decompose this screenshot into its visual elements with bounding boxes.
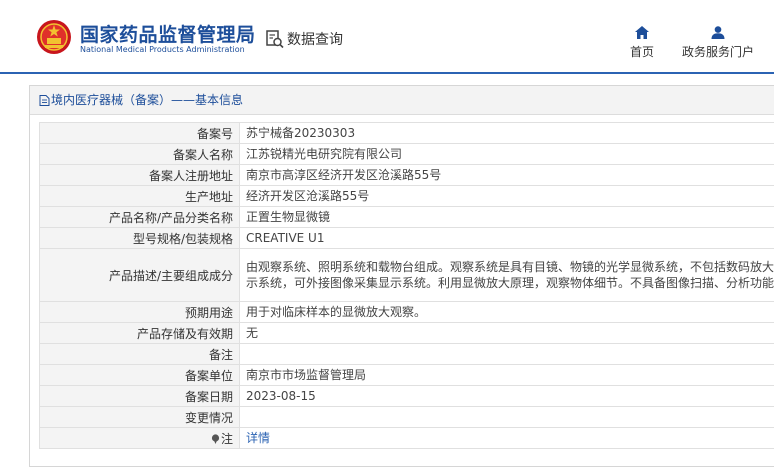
field-value xyxy=(240,407,774,428)
field-value: 苏宁械备20230303 xyxy=(240,123,774,144)
field-value: 2023-08-15 xyxy=(240,386,774,407)
breadcrumb: 境内医疗器械（备案）——基本信息 xyxy=(30,86,774,115)
nav-home-label: 首页 xyxy=(630,45,654,59)
field-label: 型号规格/包装规格 xyxy=(40,228,240,249)
table-row: 备案人名称 江苏锐精光电研究院有限公司 xyxy=(40,144,774,165)
field-label: 产品描述/主要组成成分 xyxy=(40,249,240,302)
field-value: 南京市市场监督管理局 xyxy=(240,365,774,386)
table-row: 产品描述/主要组成成分 由观察系统、照明系统和载物台组成。观察系统是具有目镜、物… xyxy=(40,249,774,302)
field-label: 备案号 xyxy=(40,123,240,144)
data-query-link[interactable]: 数据查询 xyxy=(287,29,343,49)
site-title-en: National Medical Products Administration xyxy=(80,45,245,54)
field-value: 南京市高淳区经济开发区沧溪路55号 xyxy=(240,165,774,186)
field-value: 经济开发区沧溪路55号 xyxy=(240,186,774,207)
field-value xyxy=(240,344,774,365)
record-panel: 境内医疗器械（备案）——基本信息 备案号 苏宁械备20230303 备案人名称 … xyxy=(29,85,774,467)
field-label: 备注 xyxy=(40,344,240,365)
table-row: 产品存储及有效期 无 xyxy=(40,323,774,344)
field-label: 注 xyxy=(40,428,240,449)
details-link[interactable]: 详情 xyxy=(246,431,270,445)
field-label: 产品名称/产品分类名称 xyxy=(40,207,240,228)
field-value: 江苏锐精光电研究院有限公司 xyxy=(240,144,774,165)
table-row: 变更情况 xyxy=(40,407,774,428)
field-label: 备案人名称 xyxy=(40,144,240,165)
field-label: 变更情况 xyxy=(40,407,240,428)
field-label: 备案日期 xyxy=(40,386,240,407)
record-table: 备案号 苏宁械备20230303 备案人名称 江苏锐精光电研究院有限公司 备案人… xyxy=(39,122,774,449)
table-row: 备注 xyxy=(40,344,774,365)
document-icon xyxy=(39,95,50,106)
field-label: 产品存储及有效期 xyxy=(40,323,240,344)
table-row: 注 详情 xyxy=(40,428,774,449)
table-row: 备案日期 2023-08-15 xyxy=(40,386,774,407)
site-header: 国家药品监督管理局 National Medical Products Admi… xyxy=(0,0,774,74)
nav-home[interactable]: 首页 xyxy=(626,26,658,60)
field-value: 无 xyxy=(240,323,774,344)
national-emblem-icon xyxy=(36,19,72,55)
field-value: 由观察系统、照明系统和载物台组成。观察系统是具有目镜、物镜的光学显微系统，不包括… xyxy=(240,249,774,302)
breadcrumb-text: 境内医疗器械（备案）——基本信息 xyxy=(51,93,243,107)
nav-service-portal-label: 政务服务门户 xyxy=(682,45,754,59)
table-row: 生产地址 经济开发区沧溪路55号 xyxy=(40,186,774,207)
field-value: 详情 xyxy=(240,428,774,449)
data-query-icon[interactable] xyxy=(265,29,285,49)
user-icon xyxy=(711,26,725,39)
field-value: CREATIVE U1 xyxy=(240,228,774,249)
table-row: 备案单位 南京市市场监督管理局 xyxy=(40,365,774,386)
field-value: 正置生物显微镜 xyxy=(240,207,774,228)
table-row: 备案人注册地址 南京市高淳区经济开发区沧溪路55号 xyxy=(40,165,774,186)
info-icon xyxy=(211,434,220,444)
table-row: 备案号 苏宁械备20230303 xyxy=(40,123,774,144)
field-label: 预期用途 xyxy=(40,302,240,323)
note-label: 注 xyxy=(221,432,233,446)
site-title-cn: 国家药品监督管理局 xyxy=(80,20,256,47)
nav-service-portal[interactable]: 政务服务门户 xyxy=(678,26,758,60)
field-label: 备案单位 xyxy=(40,365,240,386)
table-row: 型号规格/包装规格 CREATIVE U1 xyxy=(40,228,774,249)
field-label: 备案人注册地址 xyxy=(40,165,240,186)
field-value: 用于对临床样本的显微放大观察。 xyxy=(240,302,774,323)
table-row: 产品名称/产品分类名称 正置生物显微镜 xyxy=(40,207,774,228)
table-row: 预期用途 用于对临床样本的显微放大观察。 xyxy=(40,302,774,323)
home-icon xyxy=(635,26,649,39)
field-label: 生产地址 xyxy=(40,186,240,207)
